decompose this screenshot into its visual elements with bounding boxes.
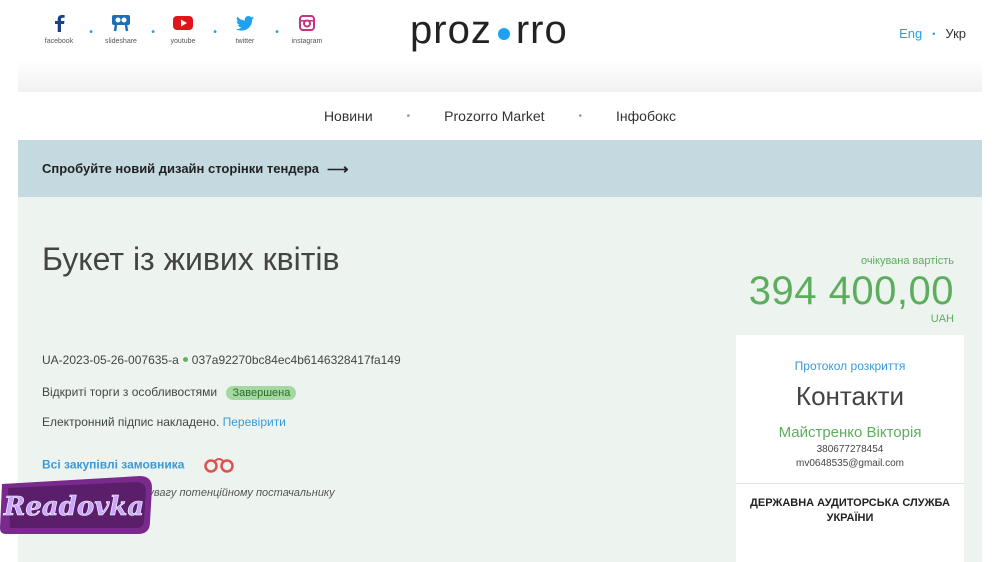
readovka-watermark: Readovka xyxy=(0,470,154,538)
glasses-icon[interactable] xyxy=(202,455,236,476)
verify-signature-link[interactable]: Перевірити xyxy=(223,415,286,429)
separator-dot: • xyxy=(578,110,583,122)
instagram-icon xyxy=(299,12,315,34)
twitter-link[interactable]: twitter • xyxy=(226,12,280,45)
facebook-icon xyxy=(52,12,66,34)
status-dot-icon xyxy=(182,357,188,362)
header-sub-band xyxy=(18,60,982,92)
nav-infobox[interactable]: Інфобокс xyxy=(616,108,676,124)
tender-panel: Букет із живих квітів UA-2023-05-26-0076… xyxy=(18,197,982,562)
signature-line: Електронний підпис накладено. Перевірити xyxy=(42,415,286,429)
separator-dot: • xyxy=(150,27,156,38)
tender-id: UA-2023-05-26-007635-a xyxy=(42,353,179,367)
logo-text-left: proz xyxy=(410,8,492,52)
expected-value-label: очікувана вартість xyxy=(860,255,954,267)
new-design-banner[interactable]: Спробуйте новий дизайн сторінки тендера … xyxy=(18,140,982,197)
logo-text-right: rro xyxy=(515,8,568,52)
banner-text: Спробуйте новий дизайн сторінки тендера xyxy=(42,161,319,176)
opening-protocol-link[interactable]: Протокол розкриття xyxy=(736,359,964,373)
instagram-label: instagram xyxy=(291,38,323,45)
arrow-right-icon: ⟶ xyxy=(327,160,349,178)
nav-news[interactable]: Новини xyxy=(324,108,373,124)
currency-code: UAH xyxy=(930,313,954,325)
procedure-line: Відкриті торги з особливостями Завершена xyxy=(42,385,297,400)
separator-dot: • xyxy=(932,28,936,39)
lang-english[interactable]: Eng xyxy=(899,26,922,41)
signature-text: Електронний підпис накладено. xyxy=(42,415,220,429)
lang-ukrainian[interactable]: Укр xyxy=(945,26,966,41)
contacts-heading: Контакти xyxy=(795,381,905,411)
contact-person-name: Майстренко Вікторія xyxy=(778,424,922,441)
slideshare-label: slideshare xyxy=(105,38,137,45)
main-nav: Новини • Prozorro Market • Інфобокс xyxy=(0,92,1000,140)
status-badge: Завершена xyxy=(226,386,297,400)
tender-hash: 037a92270bc84ec4b6146328417fa149 xyxy=(191,353,401,367)
facebook-link[interactable]: facebook • xyxy=(40,12,94,45)
separator-dot: • xyxy=(88,27,94,38)
separator-dot: • xyxy=(274,27,280,38)
contact-email: mv0648535@gmail.com xyxy=(796,458,904,469)
facebook-label: facebook xyxy=(44,38,74,45)
procedure-type: Відкриті торги з особливостями xyxy=(42,385,218,399)
instagram-link[interactable]: instagram xyxy=(288,12,326,45)
social-links: facebook • slideshare • youtube • twitte… xyxy=(40,12,350,45)
contacts-card: Протокол розкриття Контакти Майстренко В… xyxy=(736,335,964,562)
separator-dot: • xyxy=(406,110,411,122)
procuring-entity-name: ДЕРЖАВНА АУДИТОРСЬКА СЛУЖБА УКРАЇНИ xyxy=(750,497,950,524)
language-switcher: Eng • Укр xyxy=(899,26,966,41)
contact-phone: 380677278454 xyxy=(816,444,884,455)
youtube-icon xyxy=(173,12,193,34)
twitter-label: twitter xyxy=(235,38,255,45)
prozorro-logo[interactable]: proz rro xyxy=(410,8,568,53)
youtube-label: youtube xyxy=(170,38,196,45)
nav-prozorro-market[interactable]: Prozorro Market xyxy=(444,108,544,124)
expected-value: 394 400,00 xyxy=(748,269,954,313)
slideshare-icon xyxy=(111,12,131,34)
twitter-icon xyxy=(236,12,254,34)
watermark-text: Readovka xyxy=(3,492,145,522)
slideshare-link[interactable]: slideshare • xyxy=(102,12,156,45)
tender-title: Букет із живих квітів xyxy=(42,241,340,277)
top-bar: facebook • slideshare • youtube • twitte… xyxy=(0,0,1000,60)
youtube-link[interactable]: youtube • xyxy=(164,12,218,45)
card-divider xyxy=(736,483,964,484)
logo-dot xyxy=(497,27,510,40)
separator-dot: • xyxy=(212,27,218,38)
tender-id-line: UA-2023-05-26-007635-a 037a92270bc84ec4b6… xyxy=(42,353,401,367)
